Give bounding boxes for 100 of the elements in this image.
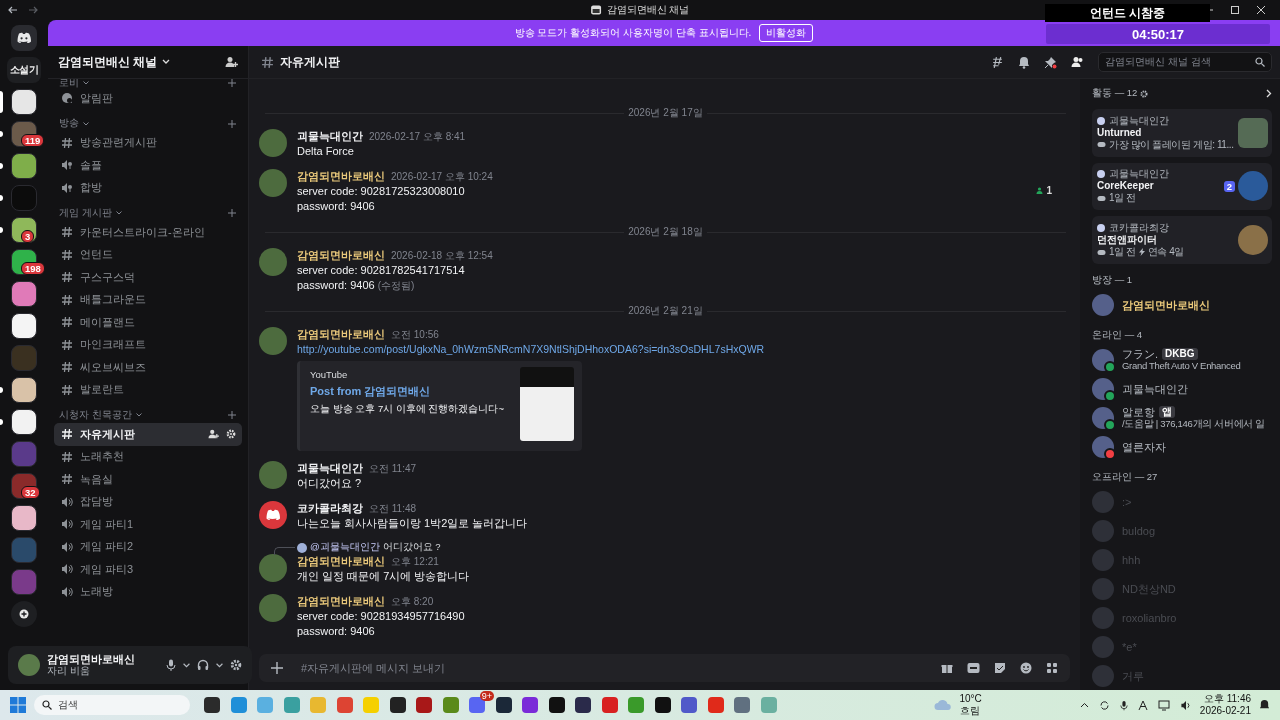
server-icon[interactable]	[11, 89, 37, 115]
gif-icon[interactable]	[967, 662, 980, 674]
channel-item[interactable]: 게임 파티3	[54, 558, 242, 581]
channel-item[interactable]: 알림판	[54, 87, 242, 110]
activity-card[interactable]: 괴물늑대인간 Unturned 가장 많이 플레이된 게임: 11...	[1092, 108, 1272, 157]
app-icon[interactable]	[389, 697, 406, 713]
member-item[interactable]: 감염되면바로배신	[1092, 290, 1272, 319]
sync-icon[interactable]	[1098, 699, 1110, 711]
channel-item[interactable]: 마인크래프트	[54, 333, 242, 356]
channel-item[interactable]: 잡담방	[54, 490, 242, 513]
channel-item[interactable]: 합방	[54, 176, 242, 199]
author-name[interactable]: 감염되면바로배신	[297, 327, 385, 342]
maximize-icon[interactable]	[1230, 5, 1240, 15]
user-avatar[interactable]	[259, 169, 287, 197]
forward-arrow-icon[interactable]	[28, 5, 38, 15]
channel-item[interactable]: 씨오브씨브즈	[54, 356, 242, 379]
apps-icon[interactable]	[1046, 662, 1058, 674]
author-name[interactable]: 코카콜라최강	[297, 501, 363, 516]
app-icon[interactable]	[575, 697, 591, 713]
member-item[interactable]: 열른자자	[1092, 432, 1272, 461]
search-field[interactable]: 감염되면배신 채널 검색	[1098, 52, 1272, 72]
bell-icon[interactable]	[1018, 55, 1030, 69]
channel-item[interactable]: 발로란트	[54, 378, 242, 401]
default-avatar[interactable]	[259, 501, 287, 529]
add-server-button[interactable]	[11, 601, 37, 627]
headphones-icon[interactable]	[197, 659, 209, 671]
plus-icon[interactable]	[228, 411, 236, 419]
microphone-icon[interactable]	[1119, 699, 1128, 711]
category-label[interactable]: 시청자 친목공간	[59, 408, 132, 422]
app-icon[interactable]	[204, 697, 220, 713]
server-icon[interactable]	[11, 409, 37, 435]
user-avatar[interactable]	[18, 654, 40, 676]
channel-item[interactable]: 솔플	[54, 154, 242, 177]
author-name[interactable]: 감염되면바로배신	[297, 554, 385, 569]
reply-text[interactable]: 어디갔어요 ?	[382, 541, 441, 554]
activity-card[interactable]: 괴물늑대인간 CoreKeeper 1일 전 2	[1092, 162, 1272, 211]
disable-button[interactable]: 비활성화	[759, 24, 814, 42]
server-icon[interactable]	[11, 281, 37, 307]
close-icon[interactable]	[1256, 5, 1266, 15]
gift-icon[interactable]	[941, 662, 953, 674]
user-avatar[interactable]	[259, 554, 287, 582]
author-name[interactable]: 괴물늑대인간	[297, 129, 363, 144]
network-icon[interactable]	[1157, 699, 1170, 711]
author-name[interactable]: 감염되면바로배신	[297, 169, 385, 184]
member-item[interactable]: フラン. DKBG Grand Theft Auto V Enhanced	[1092, 345, 1272, 374]
language-icon[interactable]	[1137, 699, 1148, 711]
channel-item[interactable]: 메이플랜드	[54, 311, 242, 334]
plus-icon[interactable]	[228, 119, 236, 128]
user-avatar[interactable]	[259, 129, 287, 157]
channel-item[interactable]: 녹음실	[54, 468, 242, 491]
channel-item[interactable]: 배틀그라운드	[54, 288, 242, 311]
channel-item[interactable]: 자유게시판	[54, 423, 242, 446]
server-icon[interactable]	[11, 153, 37, 179]
add-person-icon[interactable]	[208, 429, 219, 440]
pin-icon[interactable]	[1044, 55, 1057, 69]
sticker-icon[interactable]	[994, 662, 1006, 674]
channel-item[interactable]: 게임 파티1	[54, 513, 242, 536]
members-icon[interactable]	[1071, 56, 1084, 68]
message-link[interactable]: http://youtube.com/post/UgkxNa_0hWzm5NRcmN7X9NtlShjDHhoxODA6?si=dn3sOsDHL7sHxQWR	[297, 342, 765, 357]
channel-item[interactable]: 카운터스트라이크-온라인	[54, 221, 242, 244]
chevron-down-icon[interactable]	[216, 662, 223, 668]
message-input[interactable]: #자유게시판에 메시지 보내기	[259, 654, 1070, 682]
server-icon[interactable]	[11, 505, 37, 531]
emoji-icon[interactable]	[1020, 662, 1032, 674]
settings-icon[interactable]	[230, 659, 242, 671]
server-name[interactable]: 감염되면배신 채널	[58, 53, 158, 71]
author-name[interactable]: 감염되면바로배신	[297, 248, 385, 263]
channel-item[interactable]: 노래추천	[54, 445, 242, 468]
channel-item[interactable]: 게임 파티2	[54, 535, 242, 558]
home-button[interactable]	[11, 25, 37, 51]
user-avatar[interactable]	[259, 327, 287, 355]
activity-card[interactable]: 코카콜라최강 던전앤파이터 1일 전 연속 4일	[1092, 216, 1272, 264]
volume-icon[interactable]	[1179, 699, 1192, 711]
user-avatar[interactable]	[259, 461, 287, 489]
channel-item[interactable]: 구스구스덕	[54, 266, 242, 289]
notification-icon[interactable]	[1259, 699, 1270, 711]
category-label[interactable]: 로비	[59, 79, 79, 90]
clock-date[interactable]: 2026-02-21	[1199, 705, 1251, 717]
settings-icon[interactable]	[226, 429, 236, 440]
reply-mention[interactable]: @괴물늑대인간	[310, 541, 380, 554]
channel-item[interactable]: 노래방	[54, 580, 242, 603]
author-name[interactable]: 괴물늑대인간	[297, 461, 363, 476]
plus-icon[interactable]	[271, 662, 283, 674]
category-label[interactable]: 게임 게시판	[59, 206, 112, 220]
add-person-icon[interactable]	[225, 56, 238, 68]
channel-item[interactable]: 방송관련게시판	[54, 131, 242, 154]
chevron-down-icon[interactable]	[183, 662, 190, 668]
plus-icon[interactable]	[228, 79, 236, 87]
app-icon[interactable]	[548, 697, 565, 713]
channel-item[interactable]: 언턴드	[54, 243, 242, 266]
embed-title[interactable]: Post from 감염되면배신	[310, 384, 514, 399]
author-name[interactable]: 감염되면바로배신	[297, 594, 385, 609]
back-arrow-icon[interactable]	[8, 5, 18, 15]
category-label[interactable]: 방송	[59, 117, 79, 130]
microphone-icon[interactable]	[166, 659, 176, 671]
settings-icon[interactable]	[1140, 89, 1149, 98]
member-item[interactable]: 알로항 앱 /도움말 | 376,146개의 서버에서 일	[1092, 403, 1272, 432]
plus-icon[interactable]	[228, 209, 236, 217]
user-avatar[interactable]	[259, 248, 287, 276]
taskbar-search[interactable]: 검색	[34, 695, 190, 715]
